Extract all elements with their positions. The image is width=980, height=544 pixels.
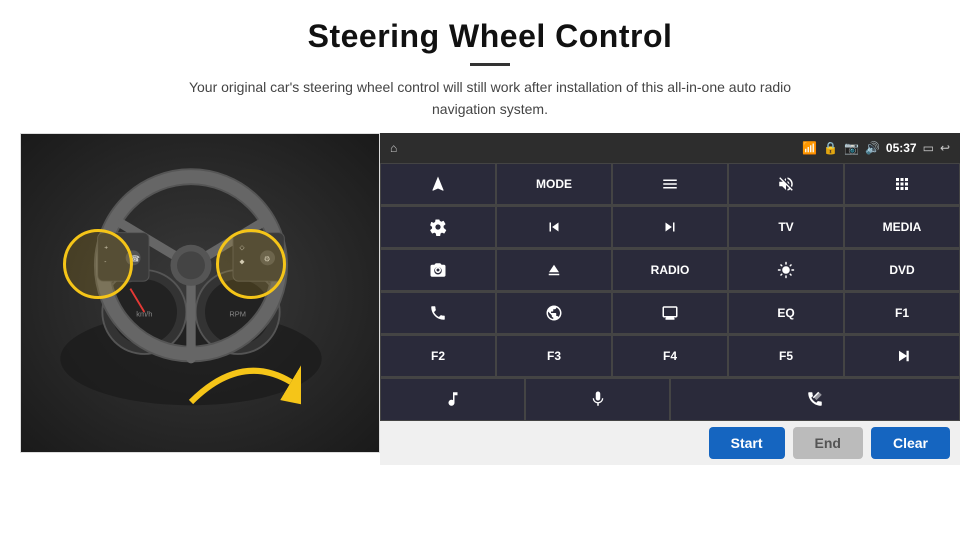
- status-time: 05:37: [886, 141, 917, 155]
- page-description: Your original car's steering wheel contr…: [170, 76, 810, 121]
- music-button[interactable]: [380, 378, 525, 421]
- wifi-icon: 📶: [802, 141, 817, 155]
- call-end-button[interactable]: [670, 378, 960, 421]
- status-bar-right: 📶 🔒 📷 🔊 05:37 ▭ ↩: [802, 141, 950, 155]
- phone-button[interactable]: [380, 292, 496, 334]
- back-icon: ↩: [940, 141, 950, 155]
- prev-button[interactable]: [496, 206, 612, 248]
- end-button[interactable]: End: [793, 427, 863, 459]
- btn-row-2: TV MEDIA: [380, 206, 960, 249]
- screen-icon: ▭: [923, 141, 934, 155]
- f5-button[interactable]: F5: [728, 335, 844, 377]
- bottom-bar: Start End Clear: [380, 421, 960, 465]
- cam360-button[interactable]: [380, 249, 496, 291]
- dvd-button[interactable]: DVD: [844, 249, 960, 291]
- start-button[interactable]: Start: [709, 427, 785, 459]
- radio-button[interactable]: RADIO: [612, 249, 728, 291]
- clear-button[interactable]: Clear: [871, 427, 950, 459]
- list-button[interactable]: [612, 163, 728, 205]
- brightness-button[interactable]: [728, 249, 844, 291]
- car-image: km/h RPM + - ☎: [20, 133, 380, 453]
- arrow-indicator: [181, 342, 301, 422]
- title-divider: [470, 63, 510, 66]
- button-grid: MODE: [380, 163, 960, 421]
- mic-button[interactable]: [525, 378, 670, 421]
- media-button[interactable]: MEDIA: [844, 206, 960, 248]
- status-bar: ⌂ 📶 🔒 📷 🔊 05:37 ▭ ↩: [380, 133, 960, 163]
- f4-button[interactable]: F4: [612, 335, 728, 377]
- btn-row-4: EQ F1: [380, 292, 960, 335]
- lock-icon: 🔒: [823, 141, 838, 155]
- main-content: km/h RPM + - ☎: [20, 133, 960, 465]
- btn-row-3: RADIO DVD: [380, 249, 960, 292]
- mute-button[interactable]: [728, 163, 844, 205]
- eq-button[interactable]: EQ: [728, 292, 844, 334]
- screen-mirror-button[interactable]: [612, 292, 728, 334]
- mode-button[interactable]: MODE: [496, 163, 612, 205]
- home-icon: ⌂: [390, 141, 397, 155]
- navigate-button[interactable]: [380, 163, 496, 205]
- eject-button[interactable]: [496, 249, 612, 291]
- svg-text:RPM: RPM: [229, 309, 246, 318]
- btn-row-5: F2 F3 F4 F5: [380, 335, 960, 378]
- bluetooth-icon: 🔊: [865, 141, 880, 155]
- browse-button[interactable]: [496, 292, 612, 334]
- play-pause-button[interactable]: [844, 335, 960, 377]
- sd-icon: 📷: [844, 141, 859, 155]
- page-title: Steering Wheel Control: [40, 18, 940, 55]
- right-highlight-circle: [216, 229, 286, 299]
- status-bar-left: ⌂: [390, 141, 397, 155]
- apps-button[interactable]: [844, 163, 960, 205]
- dashboard-screen: ⌂ 📶 🔒 📷 🔊 05:37 ▭ ↩ MODE: [380, 133, 960, 465]
- next-button[interactable]: [612, 206, 728, 248]
- tv-button[interactable]: TV: [728, 206, 844, 248]
- f1-button[interactable]: F1: [844, 292, 960, 334]
- page-header: Steering Wheel Control Your original car…: [0, 0, 980, 133]
- settings-button[interactable]: [380, 206, 496, 248]
- left-highlight-circle: [63, 229, 133, 299]
- f3-button[interactable]: F3: [496, 335, 612, 377]
- btn-row-6: [380, 378, 960, 421]
- btn-row-1: MODE: [380, 163, 960, 206]
- f2-button[interactable]: F2: [380, 335, 496, 377]
